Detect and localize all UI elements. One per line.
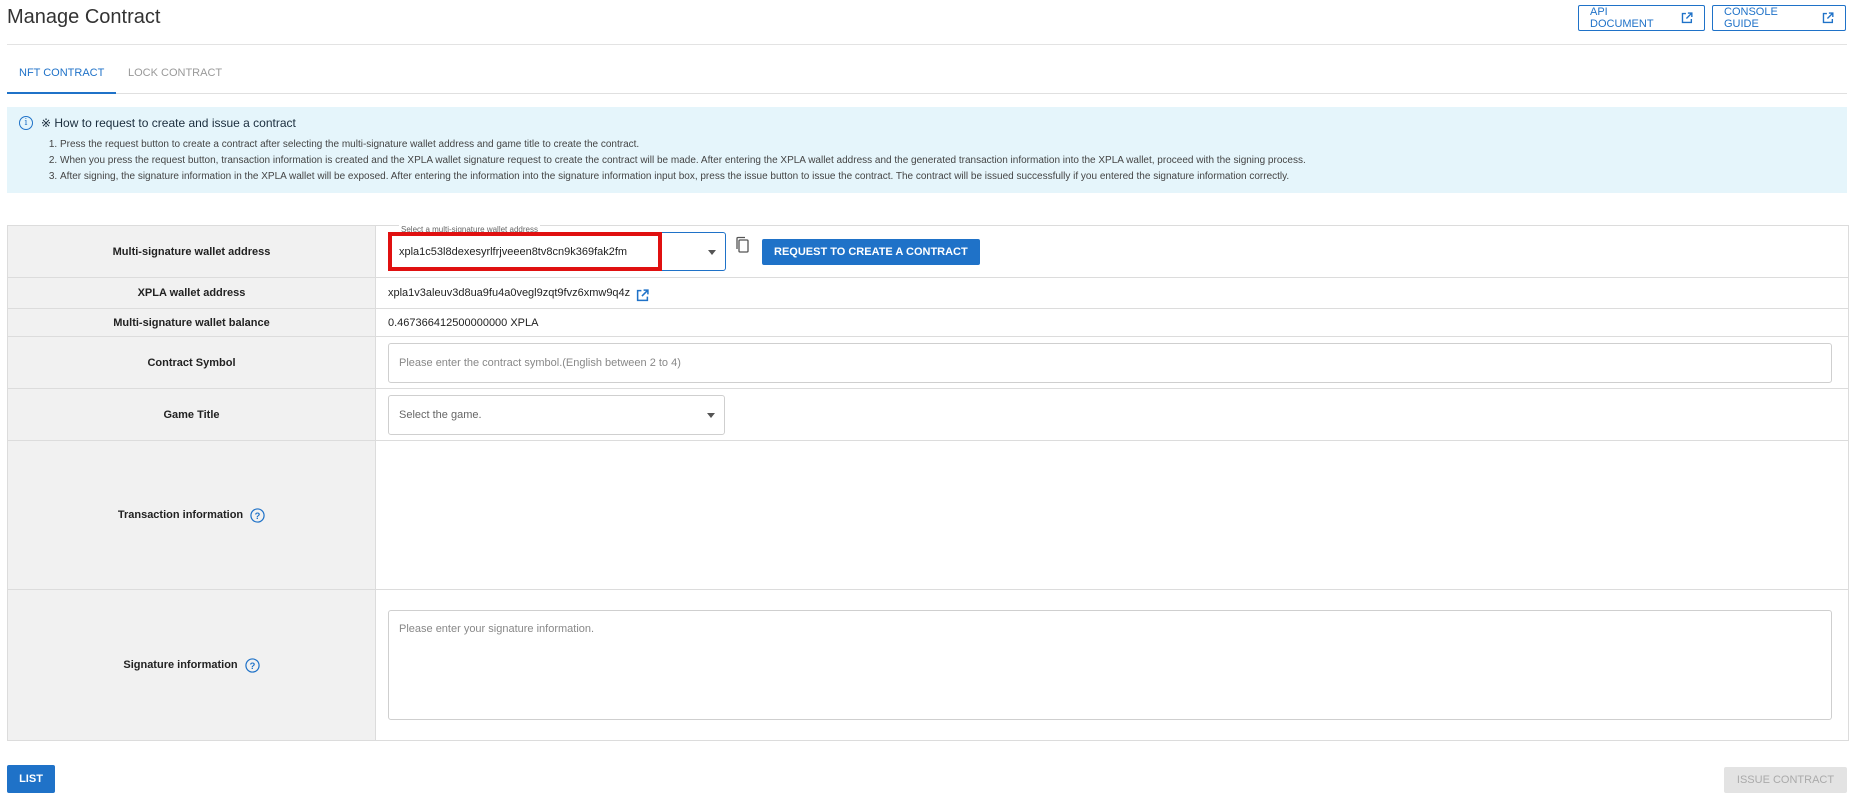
transaction-row: Transaction information ? <box>8 441 1848 590</box>
multisig-wallet-select[interactable]: Select a multi-signature wallet address … <box>388 225 726 271</box>
game-value: Select the game. <box>376 389 1848 440</box>
multisig-select-value: xpla1c53l8dexesyrlfrjveeen8tv8cn9k369fak… <box>399 245 628 258</box>
instructions-title: ※ How to request to create and issue a c… <box>41 116 296 130</box>
instructions-list: Press the request button to create a con… <box>19 137 1835 185</box>
xpla-wallet-address: xpla1v3aleuv3d8ua9fu4a0vegl9zqt9fvz6xmw9… <box>388 287 631 299</box>
copy-icon[interactable] <box>734 236 750 254</box>
game-row: Game Title Select the game. <box>8 389 1848 441</box>
signature-label: Signature information ? <box>8 590 376 740</box>
external-link-icon[interactable] <box>636 288 649 302</box>
help-icon[interactable]: ? <box>250 507 265 523</box>
external-link-icon <box>1822 12 1834 24</box>
list-button[interactable]: LIST <box>7 765 55 793</box>
signature-row: Signature information ? Please enter you… <box>8 590 1848 741</box>
signature-value: Please enter your signature information. <box>376 590 1848 740</box>
tab-lock-contract[interactable]: LOCK CONTRACT <box>116 54 234 92</box>
transaction-label-text: Transaction information <box>117 509 244 521</box>
signature-label-text: Signature information <box>123 659 238 671</box>
game-label: Game Title <box>8 389 376 440</box>
tab-nft-contract[interactable]: NFT CONTRACT <box>7 54 117 94</box>
svg-text:?: ? <box>255 510 261 520</box>
contract-symbol-input[interactable]: Please enter the contract symbol.(Englis… <box>388 342 1832 383</box>
page-title: Manage Contract <box>7 6 161 28</box>
manage-contract-page: Manage Contract API DOCUMENT CONSOLE GUI… <box>0 0 1854 806</box>
issue-contract-button[interactable]: ISSUE CONTRACT <box>1724 767 1847 793</box>
external-link-icon <box>1681 12 1693 24</box>
xpla-wallet-row: XPLA wallet address xpla1v3aleuv3d8ua9fu… <box>8 278 1848 309</box>
balance-row: Multi-signature wallet balance 0.4673664… <box>8 309 1848 337</box>
svg-text:?: ? <box>249 660 255 670</box>
contract-form: Multi-signature wallet address Select a … <box>7 225 1849 741</box>
symbol-row: Contract Symbol Please enter the contrac… <box>8 337 1848 389</box>
transaction-value <box>376 441 1848 589</box>
console-guide-label: CONSOLE GUIDE <box>1724 6 1778 30</box>
game-title-select[interactable]: Select the game. <box>388 394 725 435</box>
balance-label: Multi-signature wallet balance <box>8 309 376 336</box>
instruction-step: When you press the request button, trans… <box>60 153 1835 169</box>
xpla-wallet-value: xpla1v3aleuv3d8ua9fu4a0vegl9zqt9fvz6xmw9… <box>376 278 1848 308</box>
instruction-step: Press the request button to create a con… <box>60 137 1835 153</box>
chevron-down-icon <box>708 249 716 255</box>
symbol-value: Please enter the contract symbol.(Englis… <box>376 337 1848 388</box>
multisig-label: Multi-signature wallet address <box>8 226 376 277</box>
balance-value: 0.467366412500000000 XPLA <box>388 316 539 329</box>
chevron-down-icon <box>707 412 715 418</box>
multisig-value: Select a multi-signature wallet address … <box>376 225 1848 277</box>
instruction-step: After signing, the signature information… <box>60 169 1835 185</box>
symbol-label: Contract Symbol <box>8 337 376 388</box>
instructions-panel: i ※ How to request to create and issue a… <box>7 107 1847 193</box>
transaction-label: Transaction information ? <box>8 441 376 589</box>
xpla-wallet-label: XPLA wallet address <box>8 278 376 308</box>
instructions-header: i ※ How to request to create and issue a… <box>19 116 1835 130</box>
page-header: Manage Contract API DOCUMENT CONSOLE GUI… <box>7 0 1847 45</box>
signature-textarea[interactable]: Please enter your signature information. <box>388 610 1832 720</box>
multisig-row: Multi-signature wallet address Select a … <box>8 225 1848 278</box>
api-document-button[interactable]: API DOCUMENT <box>1578 5 1705 31</box>
api-document-label: API DOCUMENT <box>1590 6 1654 30</box>
help-icon[interactable]: ? <box>244 657 260 673</box>
console-guide-button[interactable]: CONSOLE GUIDE <box>1712 5 1846 31</box>
contract-tabs: NFT CONTRACT LOCK CONTRACT <box>7 54 1847 94</box>
game-select-placeholder: Select the game. <box>399 408 482 421</box>
info-icon: i <box>19 116 33 130</box>
request-create-contract-button[interactable]: REQUEST TO CREATE A CONTRACT <box>762 238 980 265</box>
